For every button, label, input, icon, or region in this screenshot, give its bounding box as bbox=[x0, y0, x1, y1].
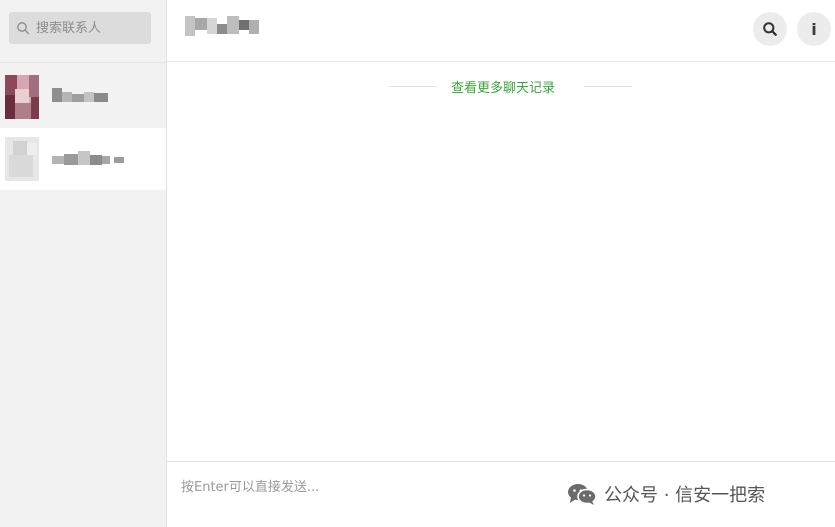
search-icon bbox=[763, 22, 777, 36]
info-icon: i bbox=[811, 19, 817, 39]
chat-panel: i 查看更多聊天记录 bbox=[167, 0, 835, 527]
search-icon bbox=[17, 22, 30, 35]
contact-list-item-selected[interactable] bbox=[0, 128, 166, 190]
contact-list-item[interactable] bbox=[0, 67, 166, 129]
chat-app: i 查看更多聊天记录 公众号 · 信安一把索 bbox=[0, 0, 835, 527]
avatar bbox=[5, 137, 39, 181]
contacts-sidebar bbox=[0, 0, 167, 527]
chat-info-button[interactable]: i bbox=[797, 12, 831, 46]
avatar bbox=[5, 75, 39, 119]
message-input[interactable] bbox=[181, 476, 551, 516]
view-more-history-link[interactable]: 查看更多聊天记录 bbox=[451, 77, 555, 96]
history-row: 查看更多聊天记录 bbox=[167, 76, 835, 96]
wechat-logo-icon bbox=[568, 484, 597, 505]
watermark: 公众号 · 信安一把索 bbox=[566, 480, 765, 508]
chat-header: i bbox=[167, 0, 835, 62]
chat-title-obscured bbox=[185, 14, 261, 38]
divider-line bbox=[584, 86, 632, 87]
chat-search-button[interactable] bbox=[753, 12, 787, 46]
divider-line bbox=[389, 86, 437, 87]
sidebar-divider bbox=[0, 62, 166, 63]
watermark-text: 公众号 · 信安一把索 bbox=[604, 485, 766, 506]
search-input[interactable] bbox=[36, 20, 146, 36]
contact-search-box[interactable] bbox=[9, 12, 151, 44]
